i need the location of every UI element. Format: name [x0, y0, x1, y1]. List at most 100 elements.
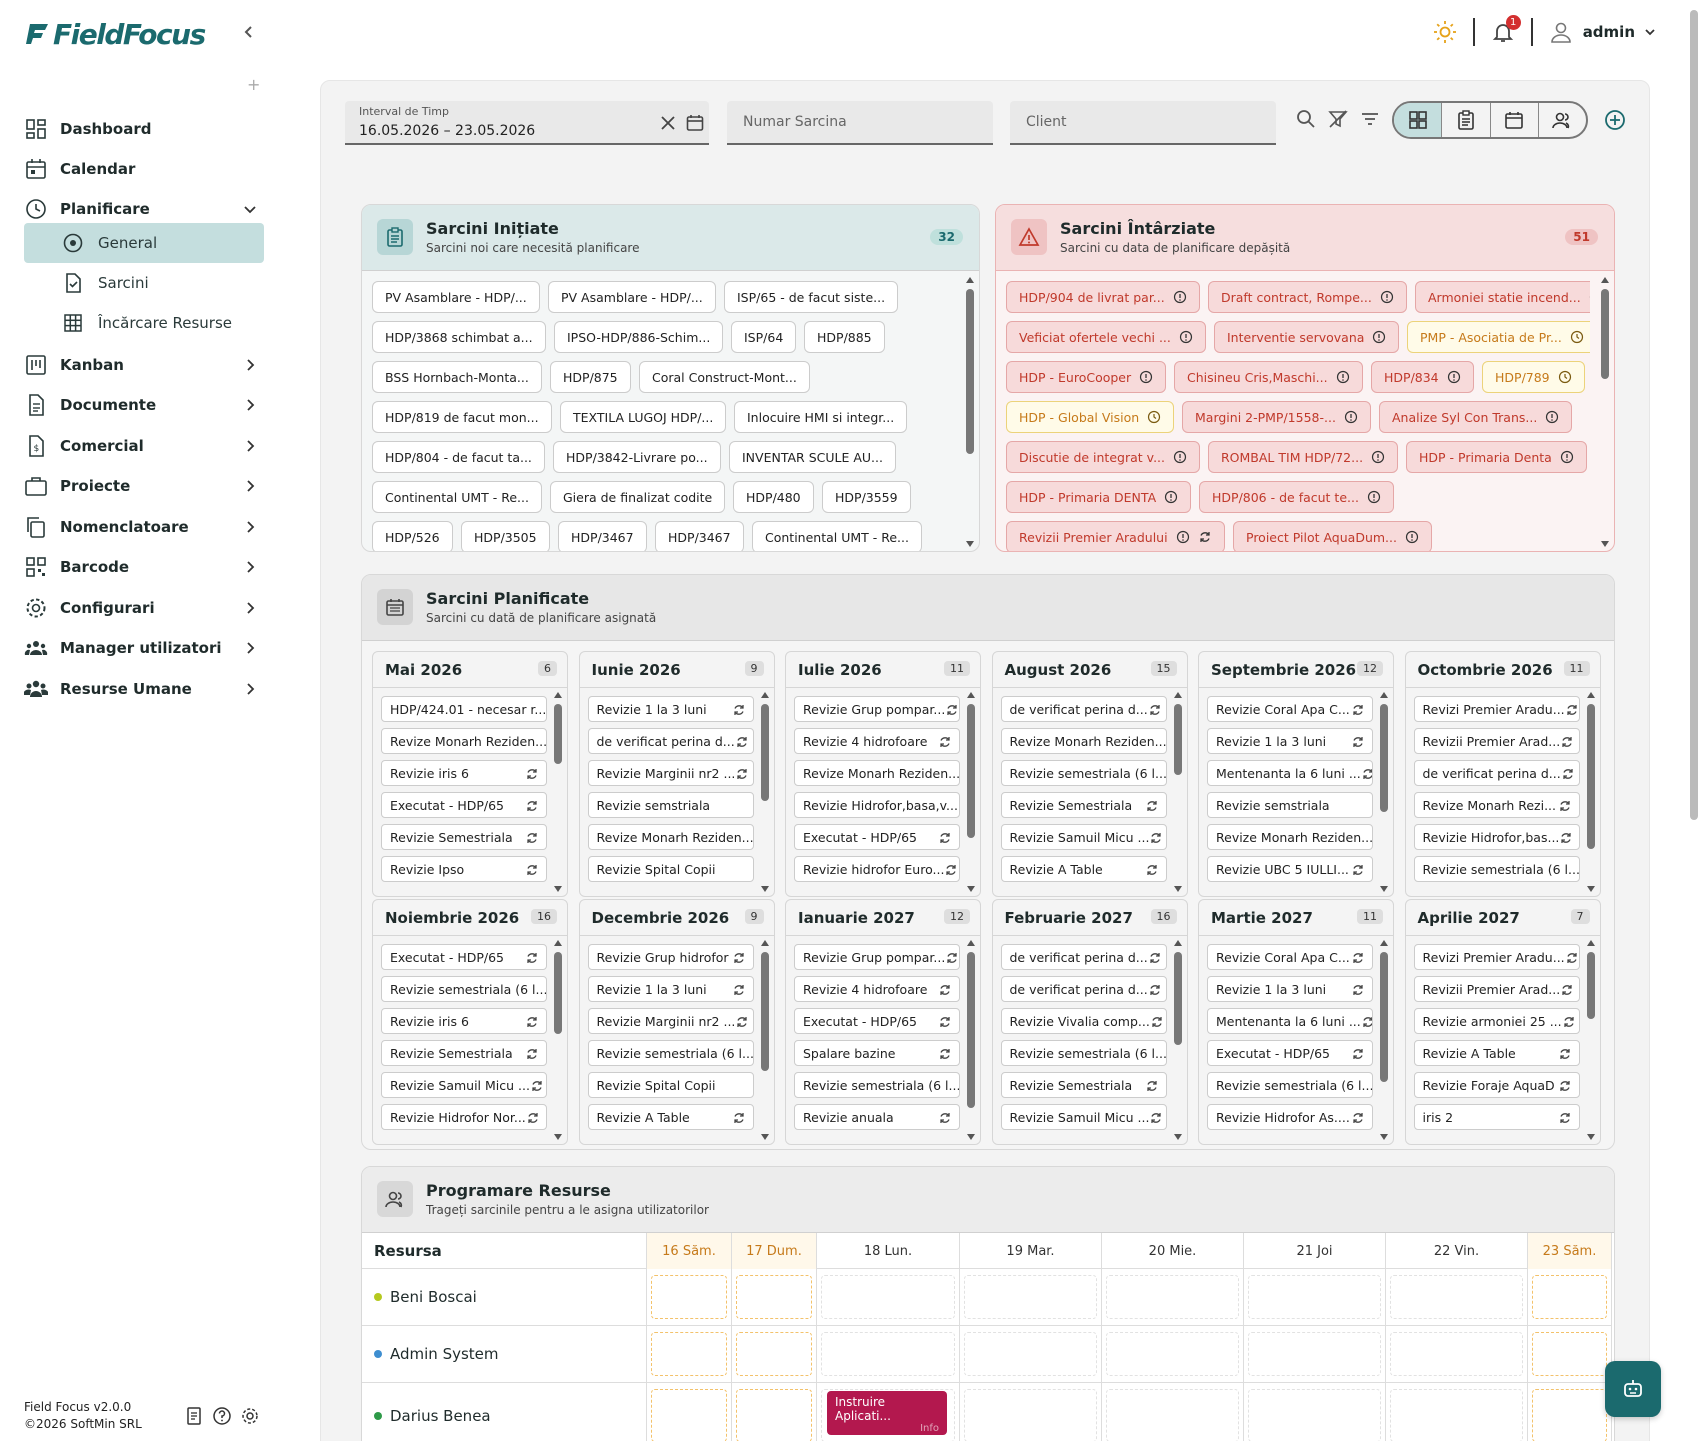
month-scrollbar[interactable]	[1173, 692, 1183, 892]
schedule-cell[interactable]	[1528, 1326, 1612, 1382]
planned-task-item[interactable]: Revizie semestriala (6 l...	[1413, 856, 1580, 882]
initiated-scrollbar[interactable]	[965, 277, 975, 547]
search-icon[interactable]	[1295, 108, 1317, 130]
month-scrollbar[interactable]	[760, 940, 770, 1140]
clear-filter-icon[interactable]	[1327, 108, 1349, 130]
drop-slot[interactable]	[821, 1332, 955, 1376]
planned-task-item[interactable]: Revizie semestriala (6 l...	[794, 1072, 960, 1098]
initiated-task-chip[interactable]: BSS Hornbach-Monta...	[372, 361, 542, 393]
planned-task-item[interactable]: Revizie Marginii nr2 ...	[587, 1008, 754, 1034]
initiated-task-chip[interactable]: HDP/3842-Livrare po...	[553, 441, 721, 473]
bell-icon[interactable]: 1	[1491, 15, 1521, 44]
drop-slot[interactable]	[651, 1332, 727, 1376]
planned-task-item[interactable]: Revizi Premier Aradu...	[1413, 696, 1580, 722]
planned-task-item[interactable]: Mentenanta la 6 luni ...	[1207, 1008, 1373, 1034]
pin-icon[interactable]: +	[247, 77, 261, 93]
schedule-cell[interactable]	[647, 1326, 732, 1382]
add-circle-icon[interactable]	[1604, 109, 1626, 131]
sun-icon[interactable]	[1433, 20, 1457, 44]
planned-task-item[interactable]: Revizie armoniei 25 ...	[1413, 1008, 1580, 1034]
planned-task-item[interactable]: de verificat perina d...	[1000, 976, 1167, 1002]
planned-task-item[interactable]: Revizie Hidrofor,bas...	[1413, 824, 1580, 850]
document-icon[interactable]	[184, 1406, 204, 1426]
planned-task-item[interactable]: Revize Monarh Reziden...	[1000, 728, 1167, 754]
schedule-cell[interactable]	[960, 1326, 1102, 1382]
schedule-cell[interactable]	[1102, 1383, 1244, 1441]
drop-slot[interactable]	[1248, 1275, 1381, 1319]
initiated-task-chip[interactable]: HDP/3505	[461, 521, 550, 551]
sidebar-item-dashboard[interactable]: Dashboard	[24, 109, 264, 149]
planned-task-item[interactable]: Revizie semstriala	[1207, 792, 1373, 818]
sidebar-subitem-general[interactable]: General	[24, 223, 264, 263]
resource-view-button[interactable]	[1539, 103, 1586, 137]
initiated-task-chip[interactable]: HDP/875	[550, 361, 631, 393]
sidebar-subitem-incarcare-resurse[interactable]: Încărcare Resurse	[24, 303, 264, 343]
planned-task-item[interactable]: Revizie A Table	[1000, 856, 1167, 882]
planned-task-item[interactable]: Revizie Hidrofor Nor...	[381, 1104, 547, 1130]
month-scrollbar[interactable]	[1586, 940, 1596, 1140]
initiated-task-chip[interactable]: INVENTAR SCULE AU...	[729, 441, 896, 473]
planned-task-item[interactable]: Revizie Coral Apa C...	[1207, 944, 1373, 970]
month-scrollbar[interactable]	[1379, 692, 1389, 892]
planned-task-item[interactable]: Revizie 1 la 3 luni	[1207, 728, 1373, 754]
sidebar-item-kanban[interactable]: Kanban	[24, 345, 264, 385]
planned-task-item[interactable]: Revize Monarh Reziden...	[1207, 824, 1373, 850]
initiated-task-chip[interactable]: Continental UMT - Re...	[372, 481, 542, 513]
planned-task-item[interactable]: de verificat perina d...	[1413, 760, 1580, 786]
interval-value[interactable]: 16.05.2026 – 23.05.2026	[359, 123, 535, 139]
calendar-icon[interactable]	[685, 113, 705, 133]
page-scrollbar[interactable]	[1690, 10, 1698, 820]
user-icon[interactable]	[1549, 20, 1573, 44]
late-task-chip[interactable]: HDP/904 de livrat par...	[1006, 281, 1200, 313]
initiated-task-chip[interactable]: HDP/526	[372, 521, 453, 551]
planned-task-item[interactable]: Executat - HDP/65	[1207, 1040, 1373, 1066]
late-task-chip[interactable]: HDP - Primaria Denta	[1406, 441, 1587, 473]
schedule-cell[interactable]	[1244, 1383, 1386, 1441]
assistant-button[interactable]	[1605, 1361, 1661, 1417]
late-task-chip[interactable]: PMP - Asociatia de Pr...	[1407, 321, 1590, 353]
late-task-chip[interactable]: HDP/806 - de facut te...	[1199, 481, 1394, 513]
planned-task-item[interactable]: Revizie Foraje AquaD	[1413, 1072, 1580, 1098]
sidebar-item-manager-utilizatori[interactable]: Manager utilizatori	[24, 628, 264, 668]
planned-task-item[interactable]: Revize Monarh Rezi...	[1413, 792, 1580, 818]
initiated-task-chip[interactable]: Coral Construct-Mont...	[639, 361, 810, 393]
task-number-input[interactable]: Numar Sarcina	[727, 101, 993, 145]
planned-task-item[interactable]: Revizie UBC 5 IULLI...	[1207, 856, 1373, 882]
planned-task-item[interactable]: Revizie A Table	[587, 1104, 754, 1130]
late-task-chip[interactable]: Proiect Pilot AquaDum...	[1233, 521, 1432, 551]
planned-task-item[interactable]: Revizie Grup pompar...	[794, 944, 960, 970]
planned-task-item[interactable]: Revizie Marginii nr2 ...	[587, 760, 754, 786]
drop-slot[interactable]	[1532, 1332, 1607, 1376]
schedule-cell[interactable]	[1386, 1383, 1528, 1441]
initiated-task-chip[interactable]: ISP/65 - de facut siste...	[724, 281, 899, 313]
sidebar-subitem-sarcini[interactable]: Sarcini	[24, 263, 264, 303]
user-name[interactable]: admin	[1583, 23, 1635, 41]
planned-task-item[interactable]: Revizii Premier Arad...	[1413, 728, 1580, 754]
drop-slot[interactable]	[1106, 1275, 1239, 1319]
late-task-chip[interactable]: Interventie servovana	[1214, 321, 1400, 353]
planned-task-item[interactable]: Revizie 4 hidrofoare	[794, 976, 960, 1002]
schedule-cell[interactable]	[732, 1383, 817, 1441]
schedule-cell[interactable]	[1244, 1326, 1386, 1382]
planned-task-item[interactable]: Revizie 1 la 3 luni	[1207, 976, 1373, 1002]
planned-task-item[interactable]: Revizie Semestriala	[1000, 792, 1167, 818]
planned-task-item[interactable]: Revizie Ipso	[381, 856, 547, 882]
initiated-task-chip[interactable]: TEXTILA LUGOJ HDP/...	[560, 401, 727, 433]
late-task-chip[interactable]: Chisineu Cris,Maschi...	[1174, 361, 1363, 393]
planned-task-item[interactable]: Revizie hidrofor Euro...	[794, 856, 960, 882]
sidebar-item-resurse-umane[interactable]: Resurse Umane	[24, 669, 264, 709]
planned-task-item[interactable]: Revizie 1 la 3 luni	[587, 696, 754, 722]
late-task-chip[interactable]: HDP - Primaria DENTA	[1006, 481, 1192, 513]
late-task-chip[interactable]: Armoniei statie incend...	[1415, 281, 1590, 313]
planned-task-item[interactable]: Revizie Samuil Micu ...	[1000, 824, 1167, 850]
planned-task-item[interactable]: Revizie anuala	[794, 1104, 960, 1130]
schedule-cell[interactable]	[1102, 1326, 1244, 1382]
initiated-task-chip[interactable]: IPSO-HDP/886-Schim...	[554, 321, 724, 353]
drop-slot[interactable]	[1248, 1332, 1381, 1376]
late-task-chip[interactable]: ROMBAL TIM HDP/72...	[1208, 441, 1399, 473]
client-input[interactable]: Client	[1010, 101, 1276, 145]
drop-slot[interactable]	[964, 1389, 1097, 1441]
drop-slot[interactable]	[1532, 1275, 1607, 1319]
schedule-cell[interactable]	[1386, 1269, 1528, 1325]
drop-slot[interactable]	[1390, 1389, 1523, 1441]
